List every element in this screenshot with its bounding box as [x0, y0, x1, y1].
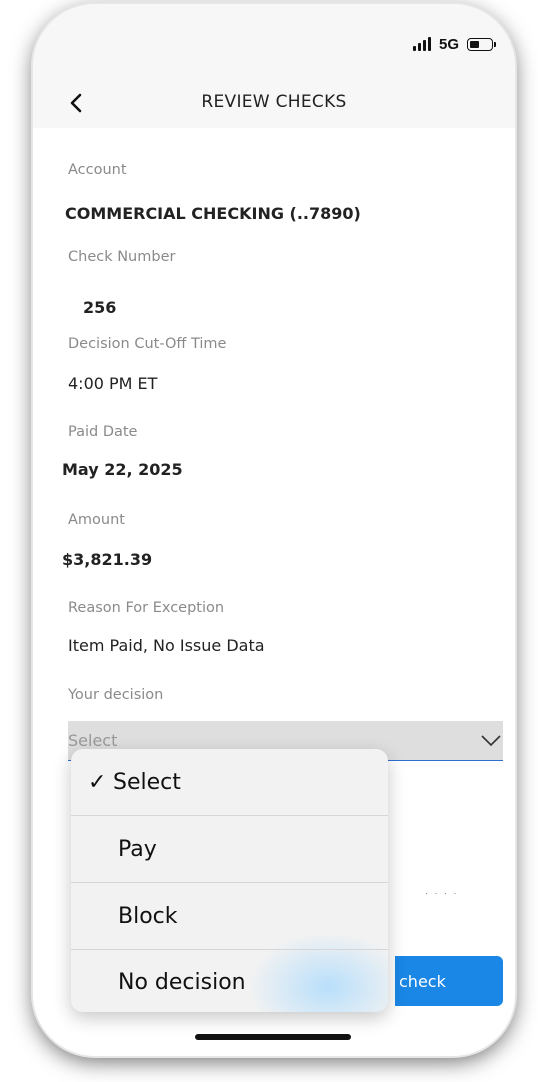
checkmark-icon: ✓ [88, 769, 107, 795]
page-title: REVIEW CHECKS [201, 92, 347, 112]
decision-dropdown: ✓ Select Pay Block No decision [71, 749, 388, 1012]
decision-label: Your decision [68, 687, 164, 703]
signal-icon [412, 37, 431, 51]
account-value: COMMERCIAL CHECKING (..7890) [65, 204, 361, 223]
option-label: No decision [118, 969, 246, 995]
paid-date-value: May 22, 2025 [62, 460, 183, 479]
option-label: Pay [118, 836, 157, 862]
cutoff-value: 4:00 PM ET [68, 374, 158, 393]
option-block[interactable]: Block [71, 883, 388, 949]
reason-value: Item Paid, No Issue Data [68, 636, 265, 655]
option-select[interactable]: ✓ Select [71, 749, 388, 815]
faint-artifact: · · · · [425, 888, 459, 898]
account-label: Account [68, 162, 127, 178]
cutoff-label: Decision Cut-Off Time [68, 336, 227, 352]
review-check-button[interactable]: check [395, 956, 503, 1006]
review-check-button-label: check [399, 971, 446, 991]
check-number-value: 256 [83, 298, 117, 317]
option-label: Block [118, 903, 178, 929]
option-no-decision[interactable]: No decision [71, 949, 388, 1012]
paid-date-label: Paid Date [68, 424, 138, 440]
status-bar: 5G [33, 4, 515, 84]
battery-icon [467, 37, 496, 51]
chevron-down-icon [481, 735, 501, 747]
amount-value: $3,821.39 [62, 550, 153, 569]
option-pay[interactable]: Pay [71, 816, 388, 882]
network-type: 5G [438, 35, 459, 53]
status-indicators: 5G [412, 34, 496, 54]
option-label: Select [113, 769, 181, 795]
decision-select-value: Select [68, 731, 118, 750]
amount-label: Amount [68, 512, 125, 528]
nav-bar: REVIEW CHECKS [33, 84, 515, 128]
phone-frame: 5G REVIEW CHECKS Account COMMERCIAL CHEC… [33, 4, 515, 1056]
check-number-label: Check Number [68, 249, 176, 265]
home-indicator [195, 1034, 351, 1040]
reason-label: Reason For Exception [68, 600, 225, 616]
